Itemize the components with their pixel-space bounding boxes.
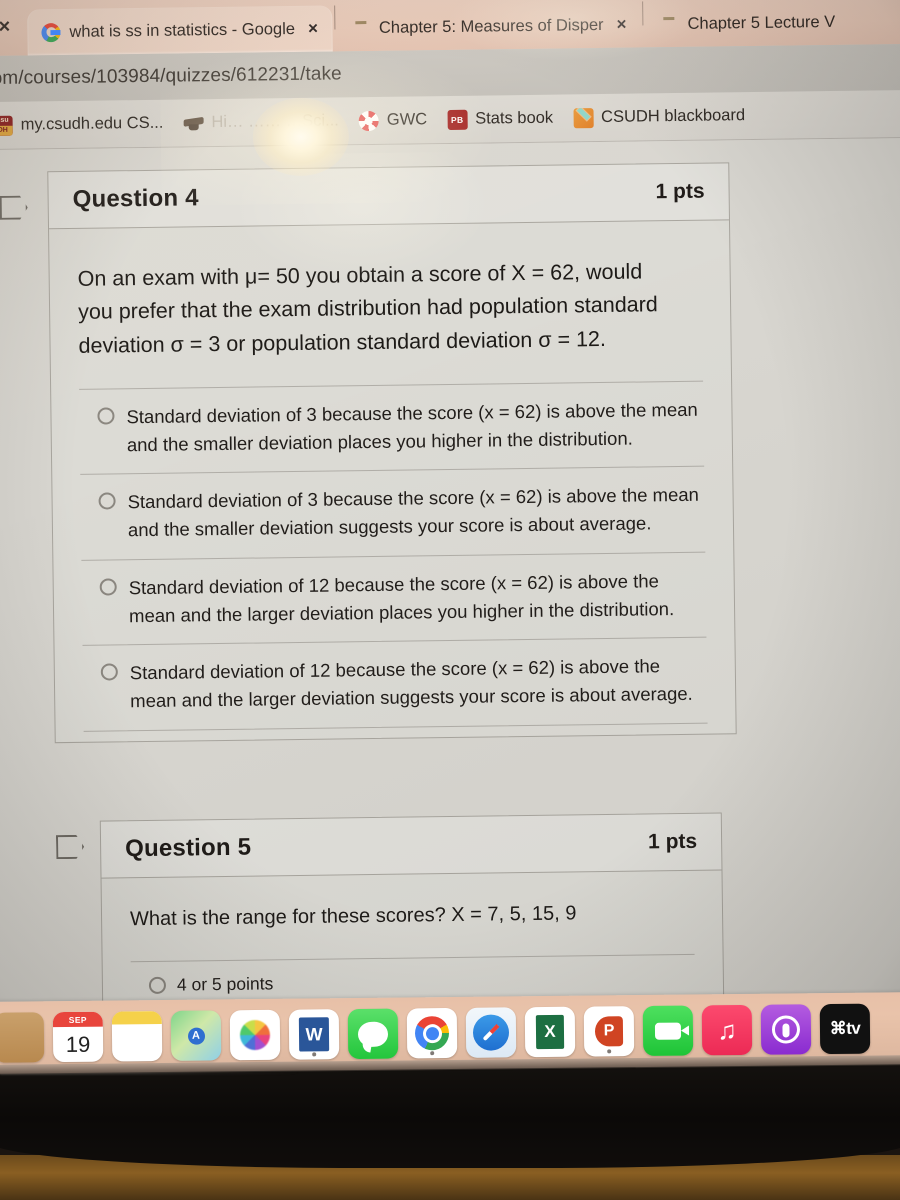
- flag-question-icon[interactable]: [0, 196, 28, 220]
- compass-icon: [472, 1014, 510, 1051]
- question-4-answers: Standard deviation of 3 because the scor…: [79, 380, 708, 732]
- bookmark-history-sci[interactable]: Hi… …… …Sci...: [177, 108, 345, 136]
- bookmark-label: my.csudh.edu CS...: [20, 113, 164, 134]
- bookmark-label: Hi… …… …Sci...: [211, 111, 339, 132]
- tab-divider: [642, 1, 644, 26]
- laptop-bezel: [0, 1058, 900, 1168]
- bookmark-stats-book[interactable]: PB Stats book: [441, 105, 559, 133]
- tab-divider: [333, 5, 335, 30]
- window-close-button[interactable]: ×: [0, 0, 28, 56]
- tab-close-icon[interactable]: ×: [612, 15, 630, 35]
- question-4-box: Question 4 1 pts On an exam with μ= 50 y…: [47, 162, 737, 744]
- browser-tab-0[interactable]: what is ss in statistics - Google ×: [27, 5, 333, 56]
- browser-tab-1[interactable]: Chapter 5: Measures of Disper ×: [337, 1, 641, 51]
- excel-letter: X: [535, 1014, 565, 1050]
- address-bar-url[interactable]: com/courses/103984/quizzes/612231/take: [0, 63, 342, 90]
- music-note-icon: ♫: [717, 1014, 737, 1045]
- question-5-body: What is the range for these scores? X = …: [102, 870, 724, 1010]
- dock-item-photos[interactable]: [229, 1009, 281, 1061]
- powerpoint-letter: P: [594, 1016, 624, 1047]
- question-5-wrapper: Question 5 1 pts What is the range for t…: [48, 812, 725, 1011]
- answer-label: Standard deviation of 12 because the sco…: [129, 655, 693, 712]
- dock-item-word[interactable]: W: [288, 1009, 340, 1060]
- radio-button[interactable]: [98, 492, 116, 511]
- canvas-quiz-page: Question 4 1 pts On an exam with μ= 50 y…: [0, 137, 900, 1019]
- dock-item-powerpoint[interactable]: P: [583, 1006, 635, 1057]
- calendar-day: 19: [65, 1031, 91, 1057]
- question-5-box: Question 5 1 pts What is the range for t…: [99, 812, 725, 1011]
- answer-option[interactable]: Standard deviation of 3 because the scor…: [79, 380, 705, 475]
- dock-item-finder[interactable]: [0, 1012, 45, 1063]
- pencil-icon: [572, 107, 594, 128]
- radio-button[interactable]: [100, 663, 118, 682]
- podcasts-icon: [771, 1015, 801, 1044]
- dock-item-podcasts[interactable]: [760, 1004, 812, 1055]
- answer-label: Standard deviation of 12 because the sco…: [128, 570, 675, 626]
- bookmark-label: CSUDH blackboard: [600, 106, 746, 126]
- google-icon: [41, 22, 61, 42]
- bookmark-label: GWC: [386, 110, 428, 129]
- speech-bubble-icon: [357, 1021, 389, 1047]
- notes-header-strip: [111, 1011, 162, 1025]
- bookmark-my-csudh[interactable]: csu DH my.csudh.edu CS...: [0, 110, 170, 138]
- question-4-body: On an exam with μ= 50 you obtain a score…: [49, 220, 736, 742]
- browser-tab-2[interactable]: Chapter 5 Lecture V: [645, 0, 845, 47]
- question-title: Question 5: [124, 833, 252, 863]
- laptop-screen: × what is ss in statistics - Google × Ch…: [0, 0, 900, 1074]
- dock-item-maps[interactable]: A: [170, 1010, 222, 1061]
- dock-item-notes[interactable]: [111, 1011, 163, 1062]
- answer-option[interactable]: Standard deviation of 12 because the sco…: [81, 551, 707, 646]
- maps-pin-icon: A: [187, 1027, 205, 1045]
- running-indicator: [607, 1049, 612, 1054]
- calendar-month: SEP: [52, 1011, 103, 1028]
- tab-close-icon[interactable]: ×: [304, 19, 322, 39]
- question-title: Question 4: [72, 184, 199, 213]
- answer-option[interactable]: Standard deviation of 12 because the sco…: [82, 637, 708, 732]
- browser-tab-title: Chapter 5: Measures of Disper: [378, 15, 604, 37]
- screenshot-stage: × what is ss in statistics - Google × Ch…: [0, 0, 900, 1200]
- answer-label: Standard deviation of 3 because the scor…: [127, 484, 699, 541]
- dock-item-safari[interactable]: [465, 1007, 517, 1058]
- dock-item-apple-tv[interactable]: ⌘tv: [819, 1003, 871, 1055]
- pearson-icon: PB: [447, 109, 468, 130]
- question-points: 1 pts: [655, 179, 705, 204]
- apple-tv-label: ⌘tv: [829, 1018, 861, 1039]
- bookmark-gwc[interactable]: GWC: [353, 107, 434, 134]
- question-prompt: What is the range for these scores? X = …: [129, 902, 577, 931]
- question-prompt: On an exam with μ= 50 you obtain a score…: [77, 259, 658, 358]
- graduation-cap-icon: [183, 113, 203, 133]
- question-4-header: Question 4 1 pts: [48, 163, 729, 230]
- bookmark-csudh-blackboard[interactable]: CSUDH blackboard: [567, 103, 751, 131]
- chrome-icon: [414, 1016, 450, 1051]
- radio-button[interactable]: [148, 976, 167, 994]
- running-indicator: [312, 1052, 317, 1057]
- dock-item-facetime[interactable]: [642, 1005, 694, 1056]
- browser-tab-title: Chapter 5 Lecture V: [687, 12, 836, 33]
- canvas-icon: [358, 110, 379, 131]
- question-5-header: Question 5 1 pts: [100, 813, 722, 879]
- radio-button[interactable]: [97, 407, 115, 425]
- answer-option[interactable]: Standard deviation of 3 because the scor…: [80, 466, 706, 560]
- answer-label: Standard deviation of 3 because the scor…: [126, 398, 698, 455]
- dock-item-calendar[interactable]: SEP 19: [52, 1011, 104, 1063]
- photos-pinwheel-icon: [239, 1019, 271, 1051]
- word-letter: W: [298, 1017, 330, 1052]
- dock-item-messages[interactable]: [347, 1008, 399, 1060]
- question-points: 1 pts: [647, 829, 698, 854]
- video-camera-icon: [654, 1022, 682, 1040]
- running-indicator: [430, 1051, 435, 1056]
- dock-item-chrome[interactable]: [406, 1007, 458, 1059]
- radio-button[interactable]: [99, 578, 117, 596]
- answer-label: 4 or 5 points: [176, 973, 274, 995]
- browser-tab-title: what is ss in statistics - Google: [69, 19, 296, 41]
- bookmark-label: Stats book: [475, 108, 554, 128]
- dock-item-excel[interactable]: X: [524, 1006, 576, 1058]
- flag-question-icon[interactable]: [56, 835, 84, 859]
- question-4-wrapper: Question 4 1 pts On an exam with μ= 50 y…: [0, 162, 737, 744]
- dock-item-music[interactable]: ♫: [701, 1004, 753, 1056]
- csudh-icon: csu DH: [0, 115, 13, 136]
